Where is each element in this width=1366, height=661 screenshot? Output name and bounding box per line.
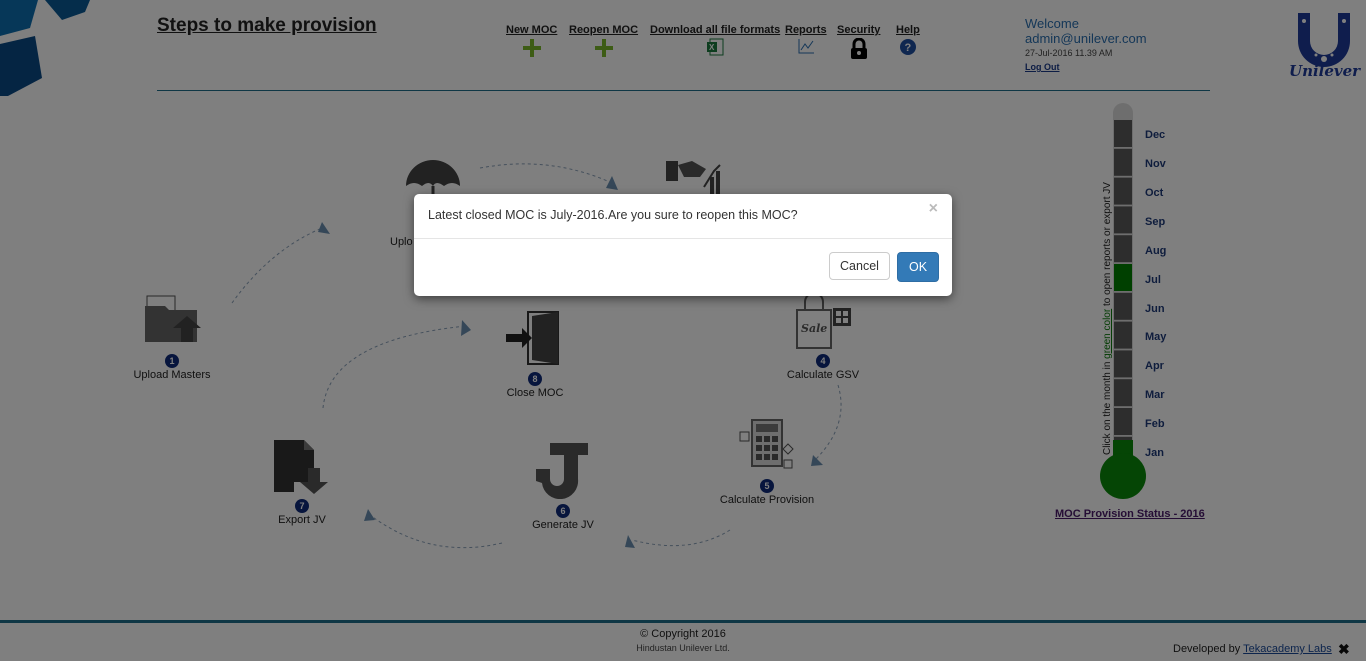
ok-button[interactable]: OK: [897, 252, 939, 282]
dialog-divider: [414, 238, 952, 239]
dialog-message: Latest closed MOC is July-2016.Are you s…: [428, 208, 798, 222]
dialog-close-icon[interactable]: ×: [929, 200, 938, 218]
modal-backdrop[interactable]: [0, 0, 1366, 661]
cancel-button[interactable]: Cancel: [829, 252, 890, 280]
reopen-confirm-dialog: Latest closed MOC is July-2016.Are you s…: [414, 194, 952, 296]
